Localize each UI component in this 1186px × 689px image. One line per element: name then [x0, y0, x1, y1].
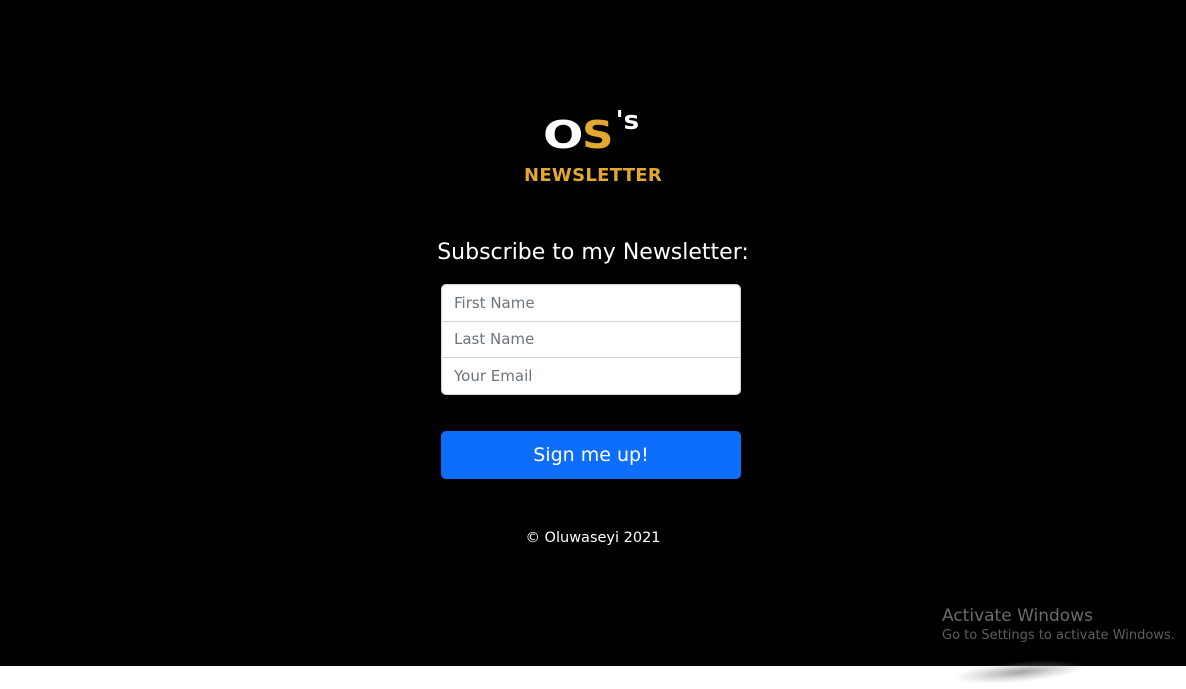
watermark-title: Activate Windows	[942, 606, 1093, 626]
email-input[interactable]	[441, 357, 741, 395]
activate-windows-watermark: Activate Windows Go to Settings to activ…	[942, 605, 1182, 645]
sign-up-button[interactable]: Sign me up!	[441, 431, 741, 479]
page-viewport: OS's NEWSLETTER Subscribe to my Newslett…	[0, 0, 1186, 666]
form-heading: Subscribe to my Newsletter:	[437, 240, 749, 265]
logo-possessive: 's	[615, 106, 640, 136]
copyright-footer: © Oluwaseyi 2021	[525, 530, 661, 546]
watermark-subtitle: Go to Settings to activate Windows.	[942, 628, 1175, 643]
logo-letter-s: S	[582, 113, 614, 157]
logo-letter-o: O	[542, 113, 584, 157]
first-name-input[interactable]	[441, 284, 741, 322]
brand-logo: OS's	[0, 108, 1186, 158]
last-name-input[interactable]	[441, 320, 741, 358]
brand-subtitle: NEWSLETTER	[523, 165, 663, 186]
signup-form	[441, 284, 741, 395]
